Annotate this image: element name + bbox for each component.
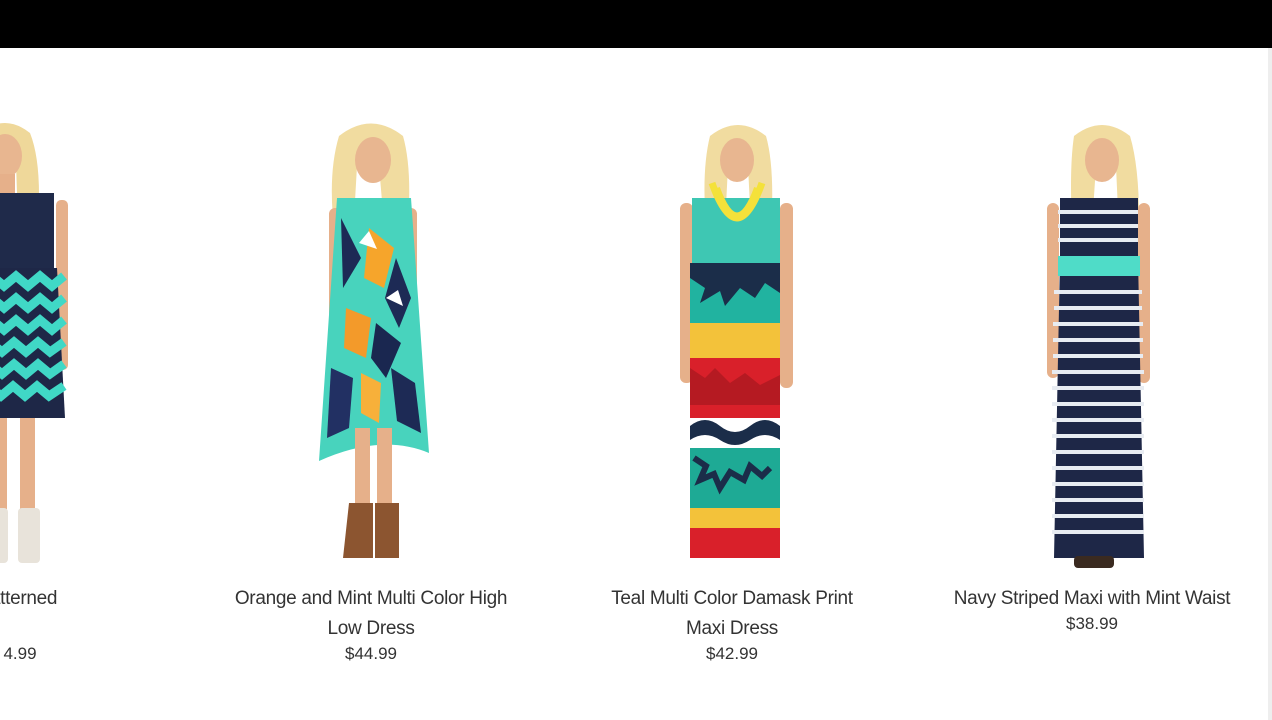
- product-grid: Chevron Patterned ress 4.99: [0, 48, 1268, 720]
- product-card-teal-damask[interactable]: Teal Multi Color Damask Print Maxi Dress…: [552, 48, 912, 720]
- product-price: 4.99: [0, 644, 180, 664]
- product-price: $42.99: [552, 644, 912, 664]
- product-title-text[interactable]: Navy Striped Maxi with Mint Waist: [954, 588, 1231, 609]
- product-price-text: $38.99: [1066, 614, 1118, 633]
- product-image[interactable]: [912, 108, 1268, 578]
- product-price-text: $44.99: [345, 644, 397, 663]
- product-price: $44.99: [191, 644, 551, 664]
- product-price-text: $42.99: [706, 644, 758, 663]
- product-title[interactable]: Teal Multi Color Damask Print Maxi Dress: [552, 584, 912, 644]
- product-card-orange-mint[interactable]: Orange and Mint Multi Color High Low Dre…: [191, 48, 551, 720]
- product-title-text[interactable]: Orange and Mint Multi Color High Low Dre…: [235, 588, 508, 639]
- product-image[interactable]: [0, 108, 180, 578]
- scrollbar-edge: [1268, 48, 1272, 720]
- top-bar: [0, 0, 1272, 48]
- product-card-navy-striped[interactable]: Navy Striped Maxi with Mint Waist $38.99: [912, 48, 1268, 720]
- product-title[interactable]: Navy Striped Maxi with Mint Waist: [912, 584, 1268, 614]
- product-image[interactable]: [191, 108, 551, 578]
- product-title-text[interactable]: Teal Multi Color Damask Print Maxi Dress: [611, 588, 853, 639]
- product-title[interactable]: Chevron Patterned ress: [0, 584, 180, 644]
- product-price: $38.99: [912, 614, 1268, 634]
- product-image[interactable]: [552, 108, 912, 578]
- product-price-text: 4.99: [3, 644, 37, 663]
- product-title[interactable]: Orange and Mint Multi Color High Low Dre…: [191, 584, 551, 644]
- product-title-text[interactable]: Chevron Patterned ress: [0, 584, 57, 644]
- product-card-chevron[interactable]: Chevron Patterned ress 4.99: [0, 48, 180, 720]
